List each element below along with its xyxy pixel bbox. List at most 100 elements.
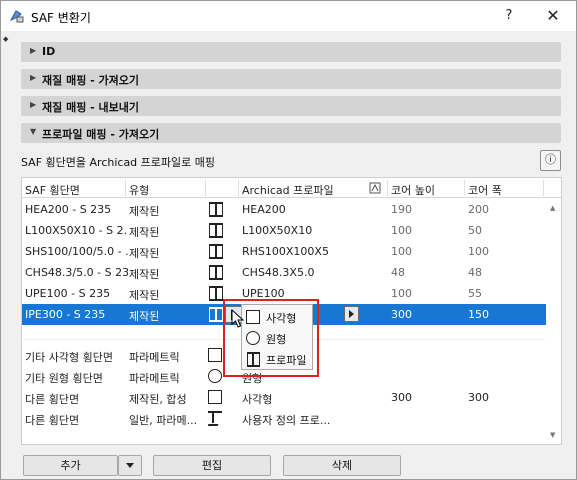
table-header: SAF 횡단면 유형 Archicad 프로파일 코어 높이 코어 폭 <box>22 178 561 198</box>
section-material-export[interactable]: ▶ 재질 매핑 - 내보내기 <box>21 96 561 116</box>
column-divider[interactable] <box>238 180 239 196</box>
delete-button[interactable]: 삭제 <box>283 455 401 476</box>
col-header-core-height[interactable]: 코어 높이 <box>391 182 435 198</box>
close-button[interactable]: ✕ <box>538 5 568 27</box>
saf-section-name: L100X50X10 - S 2... <box>25 224 128 237</box>
core-width: 50 <box>468 224 482 237</box>
saf-section-name: CHS48.3/5.0 - S 235 <box>25 266 128 279</box>
ibeam-icon[interactable] <box>208 202 224 217</box>
info-button[interactable]: ⓘ <box>540 150 561 171</box>
section-type: 파라메트릭 <box>129 372 180 385</box>
table-row[interactable]: CHS48.3/5.0 - S 235 제작된 CHS48.3X5.0 48 4… <box>22 262 546 283</box>
square-icon[interactable] <box>208 348 224 363</box>
custom-profile-icon[interactable] <box>208 411 224 426</box>
archicad-profile: RHS100X100X5 <box>242 245 329 258</box>
section-label: 재질 매핑 - 내보내기 <box>42 101 140 114</box>
col-header-core-width[interactable]: 코어 폭 <box>468 182 502 198</box>
col-header-archicad-profile[interactable]: Archicad 프로파일 <box>242 182 334 198</box>
section-profile-import[interactable]: ▼ 프로파일 매핑 - 가져오기 <box>21 123 561 143</box>
section-label: ID <box>42 45 56 58</box>
ibeam-icon[interactable] <box>208 244 224 259</box>
edit-button[interactable]: 편집 <box>153 455 271 476</box>
table-scrollbar[interactable]: ▲ ▼ <box>547 199 561 444</box>
profile-picker-button[interactable] <box>344 306 359 322</box>
section-type: 일반, 파라메... <box>129 414 198 427</box>
ibeam-icon[interactable] <box>208 286 224 301</box>
ibeam-icon[interactable] <box>208 223 224 238</box>
section-type: 제작된 <box>129 289 160 302</box>
section-id[interactable]: ▶ ID <box>21 42 561 62</box>
saf-section-name: IPE300 - S 235 <box>25 308 106 321</box>
column-divider[interactable] <box>205 180 206 196</box>
mouse-cursor-icon <box>231 309 245 328</box>
core-width: 100 <box>468 245 489 258</box>
saf-section-name: 다른 횡단면 <box>25 414 80 427</box>
core-height: 190 <box>391 203 412 216</box>
table-row[interactable]: L100X50X10 - S 2... 제작된 L100X50X10 100 5… <box>22 220 546 241</box>
column-divider[interactable] <box>387 180 388 196</box>
core-height: 100 <box>391 245 412 258</box>
core-width: 55 <box>468 287 482 300</box>
section-description: SAF 횡단면을 Archicad 프로파일로 매핑 <box>21 156 215 169</box>
archicad-profile: HEA200 <box>242 203 286 216</box>
section-type: 제작된 <box>129 205 160 218</box>
play-arrow-icon <box>349 310 354 318</box>
expanded-arrow-icon: ▼ <box>30 127 37 136</box>
table-row[interactable]: 다른 횡단면 일반, 파라메... 사용자 정의 프로... <box>22 408 546 429</box>
section-type: 제작된 <box>129 268 160 281</box>
core-height[interactable]: 300 <box>391 308 451 321</box>
collapsed-arrow-icon: ▶ <box>30 46 37 55</box>
window-title: SAF 변환기 <box>31 11 91 25</box>
core-height: 300 <box>391 391 412 404</box>
archicad-profile: 사용자 정의 프로... <box>242 414 331 427</box>
table-row[interactable]: SHS100/100/5.0 - ... 제작된 RHS100X100X5 10… <box>22 241 546 262</box>
section-material-import[interactable]: ▶ 재질 매핑 - 가져오기 <box>21 69 561 89</box>
resize-marker-icon: ◆ <box>3 35 9 43</box>
core-width: 48 <box>468 266 482 279</box>
archicad-profile: L100X50X10 <box>242 224 313 237</box>
column-divider[interactable] <box>464 180 465 196</box>
scroll-up-icon[interactable]: ▲ <box>550 204 555 212</box>
collapsed-arrow-icon: ▶ <box>30 100 37 109</box>
archicad-profile: CHS48.3X5.0 <box>242 266 315 279</box>
scroll-down-icon[interactable]: ▼ <box>550 431 555 439</box>
core-width: 200 <box>468 203 489 216</box>
core-height: 48 <box>391 266 405 279</box>
circle-icon[interactable] <box>208 369 224 384</box>
section-label: 프로파일 매핑 - 가져오기 <box>42 128 160 141</box>
col-header-type[interactable]: 유형 <box>129 182 149 198</box>
core-height: 100 <box>391 287 412 300</box>
saf-section-name: HEA200 - S 235 <box>25 203 112 216</box>
section-type: 제작된 <box>129 226 160 239</box>
section-label: 재질 매핑 - 가져오기 <box>42 74 140 87</box>
section-type: 파라메트릭 <box>129 351 180 364</box>
core-width[interactable]: 150 <box>468 308 528 321</box>
column-divider[interactable] <box>125 180 126 196</box>
saf-section-name: 기타 사각형 횡단면 <box>25 351 113 364</box>
section-type: 제작된 <box>129 247 160 260</box>
saf-section-name: UPE100 - S 235 <box>25 287 111 300</box>
table-row[interactable]: 다른 횡단면 제작된, 합성 사각형 300 300 <box>22 387 546 408</box>
collapsed-arrow-icon: ▶ <box>30 73 37 82</box>
add-options-button[interactable] <box>118 455 142 476</box>
saf-translator-dialog: SAF 변환기 ? ✕ ◆ ▶ ID ▶ 재질 매핑 - 가져오기 ▶ 재질 매… <box>0 0 577 480</box>
ibeam-icon[interactable] <box>208 265 224 280</box>
section-type: 제작된 <box>129 310 160 323</box>
square-icon[interactable] <box>208 390 224 405</box>
saf-app-icon <box>9 10 24 23</box>
info-icon: ⓘ <box>545 153 556 166</box>
chevron-down-icon <box>126 463 134 468</box>
core-height: 100 <box>391 224 412 237</box>
archicad-profile: 사각형 <box>242 393 273 406</box>
ibeam-icon[interactable] <box>208 307 224 322</box>
column-divider[interactable] <box>543 180 544 196</box>
col-header-saf-section[interactable]: SAF 횡단면 <box>25 182 80 198</box>
table-row[interactable]: HEA200 - S 235 제작된 HEA200 190 200 <box>22 199 546 220</box>
saf-section-name: SHS100/100/5.0 - ... <box>25 245 128 258</box>
core-width: 300 <box>468 391 489 404</box>
add-button[interactable]: 추가 <box>23 455 118 476</box>
saf-section-name: 다른 횡단면 <box>25 393 80 406</box>
favorites-icon <box>369 182 381 194</box>
section-type: 제작된, 합성 <box>129 393 187 406</box>
help-button[interactable]: ? <box>497 5 521 27</box>
